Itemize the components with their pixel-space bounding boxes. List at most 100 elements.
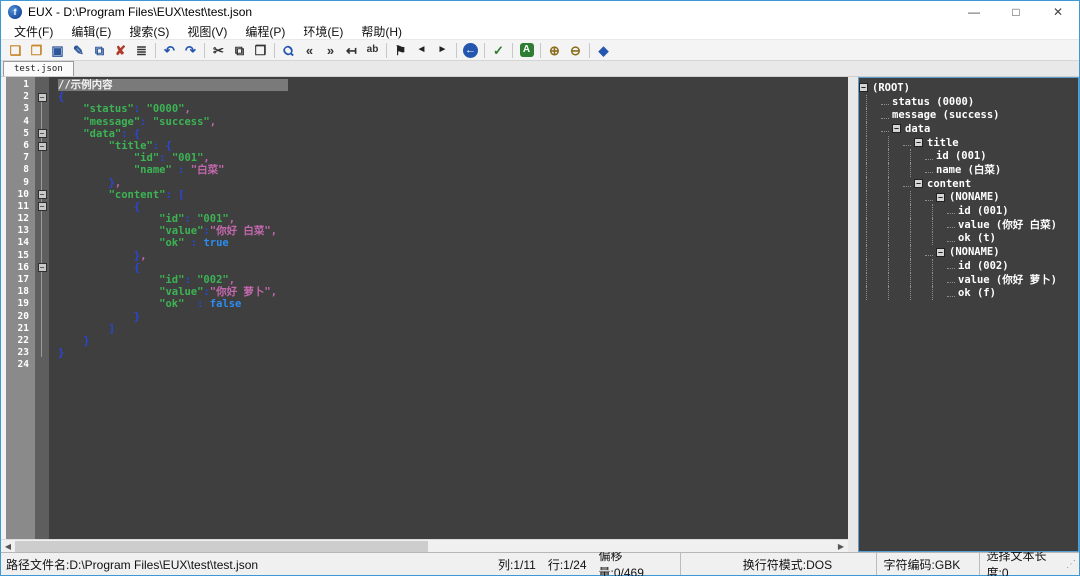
menu-item-6[interactable]: 帮助(H) — [352, 23, 411, 39]
line-number: 3 — [6, 103, 35, 115]
checklist-button[interactable]: ✓ — [488, 41, 509, 60]
fold-collapse-icon[interactable]: − — [38, 129, 47, 138]
menu-item-0[interactable]: 文件(F) — [5, 23, 62, 39]
save-all-button[interactable]: ⧉ — [89, 41, 110, 60]
zoom-out-button[interactable]: ⊖ — [565, 41, 586, 60]
horizontal-scrollbar[interactable]: ◀ ▶ — [1, 539, 848, 552]
tree-collapse-icon[interactable]: − — [859, 83, 868, 92]
tree-indent-guide — [910, 259, 925, 273]
open-file-button[interactable]: ❐ — [26, 41, 47, 60]
tree-indent-guide — [888, 204, 903, 218]
back-button[interactable]: ← — [460, 41, 481, 60]
fold-cell — [35, 274, 49, 286]
fold-collapse-icon[interactable]: − — [38, 190, 47, 199]
tree-row[interactable]: −(NONAME) — [859, 191, 1078, 205]
code-line: "value":"你好 白菜", — [49, 225, 848, 237]
new-file-button[interactable]: ❏ — [5, 41, 26, 60]
minimize-button[interactable]: — — [953, 1, 995, 23]
fold-collapse-icon[interactable]: − — [38, 263, 47, 272]
current-line-highlight: //示例内容 — [58, 79, 288, 91]
scroll-left-arrow-icon[interactable]: ◀ — [1, 540, 15, 553]
save-as-button[interactable]: ✎ — [68, 41, 89, 60]
code-editor[interactable]: 123456789101112131415161718192021222324 … — [1, 77, 848, 539]
code-line: //示例内容 — [49, 79, 848, 91]
toolbar-separator — [484, 43, 485, 58]
bookmark-button[interactable]: ⚑ — [390, 41, 411, 60]
tree-collapse-icon[interactable]: − — [914, 179, 923, 188]
help-button[interactable]: ◆ — [593, 41, 614, 60]
tree-collapse-icon[interactable]: − — [892, 124, 901, 133]
tree-collapse-icon[interactable]: − — [914, 138, 923, 147]
cut-button[interactable]: ✂ — [208, 41, 229, 60]
line-number: 7 — [6, 152, 35, 164]
scrollbar-thumb[interactable] — [15, 541, 428, 552]
fold-cell — [35, 311, 49, 323]
code-line: ] — [49, 323, 848, 335]
save-icon: ▣ — [51, 44, 63, 57]
tab-test.json[interactable]: test.json — [3, 61, 74, 76]
tree-node-label: value (你好 白菜) — [958, 217, 1057, 232]
fold-collapse-icon[interactable]: − — [38, 93, 47, 102]
prev-bookmark-button[interactable]: ◄ — [411, 41, 432, 60]
tree-indent-guide — [932, 259, 947, 273]
tree-row[interactable]: id (002) — [859, 259, 1078, 273]
tree-node-label: title — [927, 137, 959, 149]
toolbar-separator — [512, 43, 513, 58]
replace-button[interactable]: ab — [362, 41, 383, 60]
goto-line-button[interactable]: ↤ — [341, 41, 362, 60]
tree-row[interactable]: name (白菜) — [859, 163, 1078, 177]
tree-row[interactable]: ok (f) — [859, 286, 1078, 300]
redo-button[interactable]: ↷ — [180, 41, 201, 60]
zoom-in-button[interactable]: ⊕ — [544, 41, 565, 60]
code-line: }, — [49, 177, 848, 189]
tree-row[interactable]: id (001) — [859, 204, 1078, 218]
close-file-button[interactable]: ✘ — [110, 41, 131, 60]
fold-collapse-icon[interactable]: − — [38, 202, 47, 211]
tree-connector — [947, 208, 955, 215]
undo-button[interactable]: ↶ — [159, 41, 180, 60]
tree-collapse-icon[interactable]: − — [936, 193, 945, 202]
close-button[interactable]: ✕ — [1037, 1, 1079, 23]
menu-item-4[interactable]: 编程(P) — [236, 23, 294, 39]
find-prev-button[interactable]: « — [299, 41, 320, 60]
tree-row[interactable]: −title — [859, 136, 1078, 150]
scroll-right-arrow-icon[interactable]: ▶ — [834, 540, 848, 553]
save-button[interactable]: ▣ — [47, 41, 68, 60]
tree-row[interactable]: value (你好 萝卜) — [859, 273, 1078, 287]
json-tree-panel[interactable]: −(ROOT)status (0000)message (success)−da… — [858, 77, 1079, 552]
tree-row[interactable]: id (001) — [859, 149, 1078, 163]
hex-view-button[interactable]: ≣ — [131, 41, 152, 60]
find-next-button[interactable]: » — [320, 41, 341, 60]
panel-splitter[interactable] — [848, 77, 858, 552]
tree-row[interactable]: message (success) — [859, 108, 1078, 122]
tree-row[interactable]: ok (t) — [859, 232, 1078, 246]
paste-button[interactable]: ❒ — [250, 41, 271, 60]
menu-item-2[interactable]: 搜索(S) — [120, 23, 178, 39]
tree-collapse-icon[interactable]: − — [936, 248, 945, 257]
tree-node-label: (NONAME) — [949, 246, 1000, 258]
menu-item-5[interactable]: 环境(E) — [294, 23, 352, 39]
tree-connector — [925, 167, 933, 174]
tree-row[interactable]: −(ROOT) — [859, 81, 1078, 95]
tree-indent-guide — [932, 204, 947, 218]
scrollbar-track[interactable] — [15, 540, 834, 553]
tree-indent-guide — [910, 232, 925, 246]
syntax-color-button[interactable]: A — [516, 41, 537, 60]
menu-item-1[interactable]: 编辑(E) — [62, 23, 120, 39]
find-button[interactable]: Ϙ — [278, 41, 299, 60]
copy-button[interactable]: ⧉ — [229, 41, 250, 60]
next-bookmark-button[interactable]: ► — [432, 41, 453, 60]
tree-row[interactable]: status (0000) — [859, 95, 1078, 109]
tree-row[interactable]: value (你好 白菜) — [859, 218, 1078, 232]
menu-item-3[interactable]: 视图(V) — [178, 23, 236, 39]
tree-row[interactable]: −content — [859, 177, 1078, 191]
fold-cell: − — [35, 128, 49, 140]
maximize-button[interactable]: □ — [995, 1, 1037, 23]
tree-node-label: (ROOT) — [872, 82, 910, 94]
tree-indent-guide — [888, 163, 903, 177]
tree-row[interactable]: −data — [859, 122, 1078, 136]
code-area[interactable]: //示例内容{ "status": "0000", "message": "su… — [49, 77, 848, 539]
fold-collapse-icon[interactable]: − — [38, 142, 47, 151]
tree-row[interactable]: −(NONAME) — [859, 245, 1078, 259]
resize-grip[interactable]: ⋰ — [1066, 559, 1079, 570]
